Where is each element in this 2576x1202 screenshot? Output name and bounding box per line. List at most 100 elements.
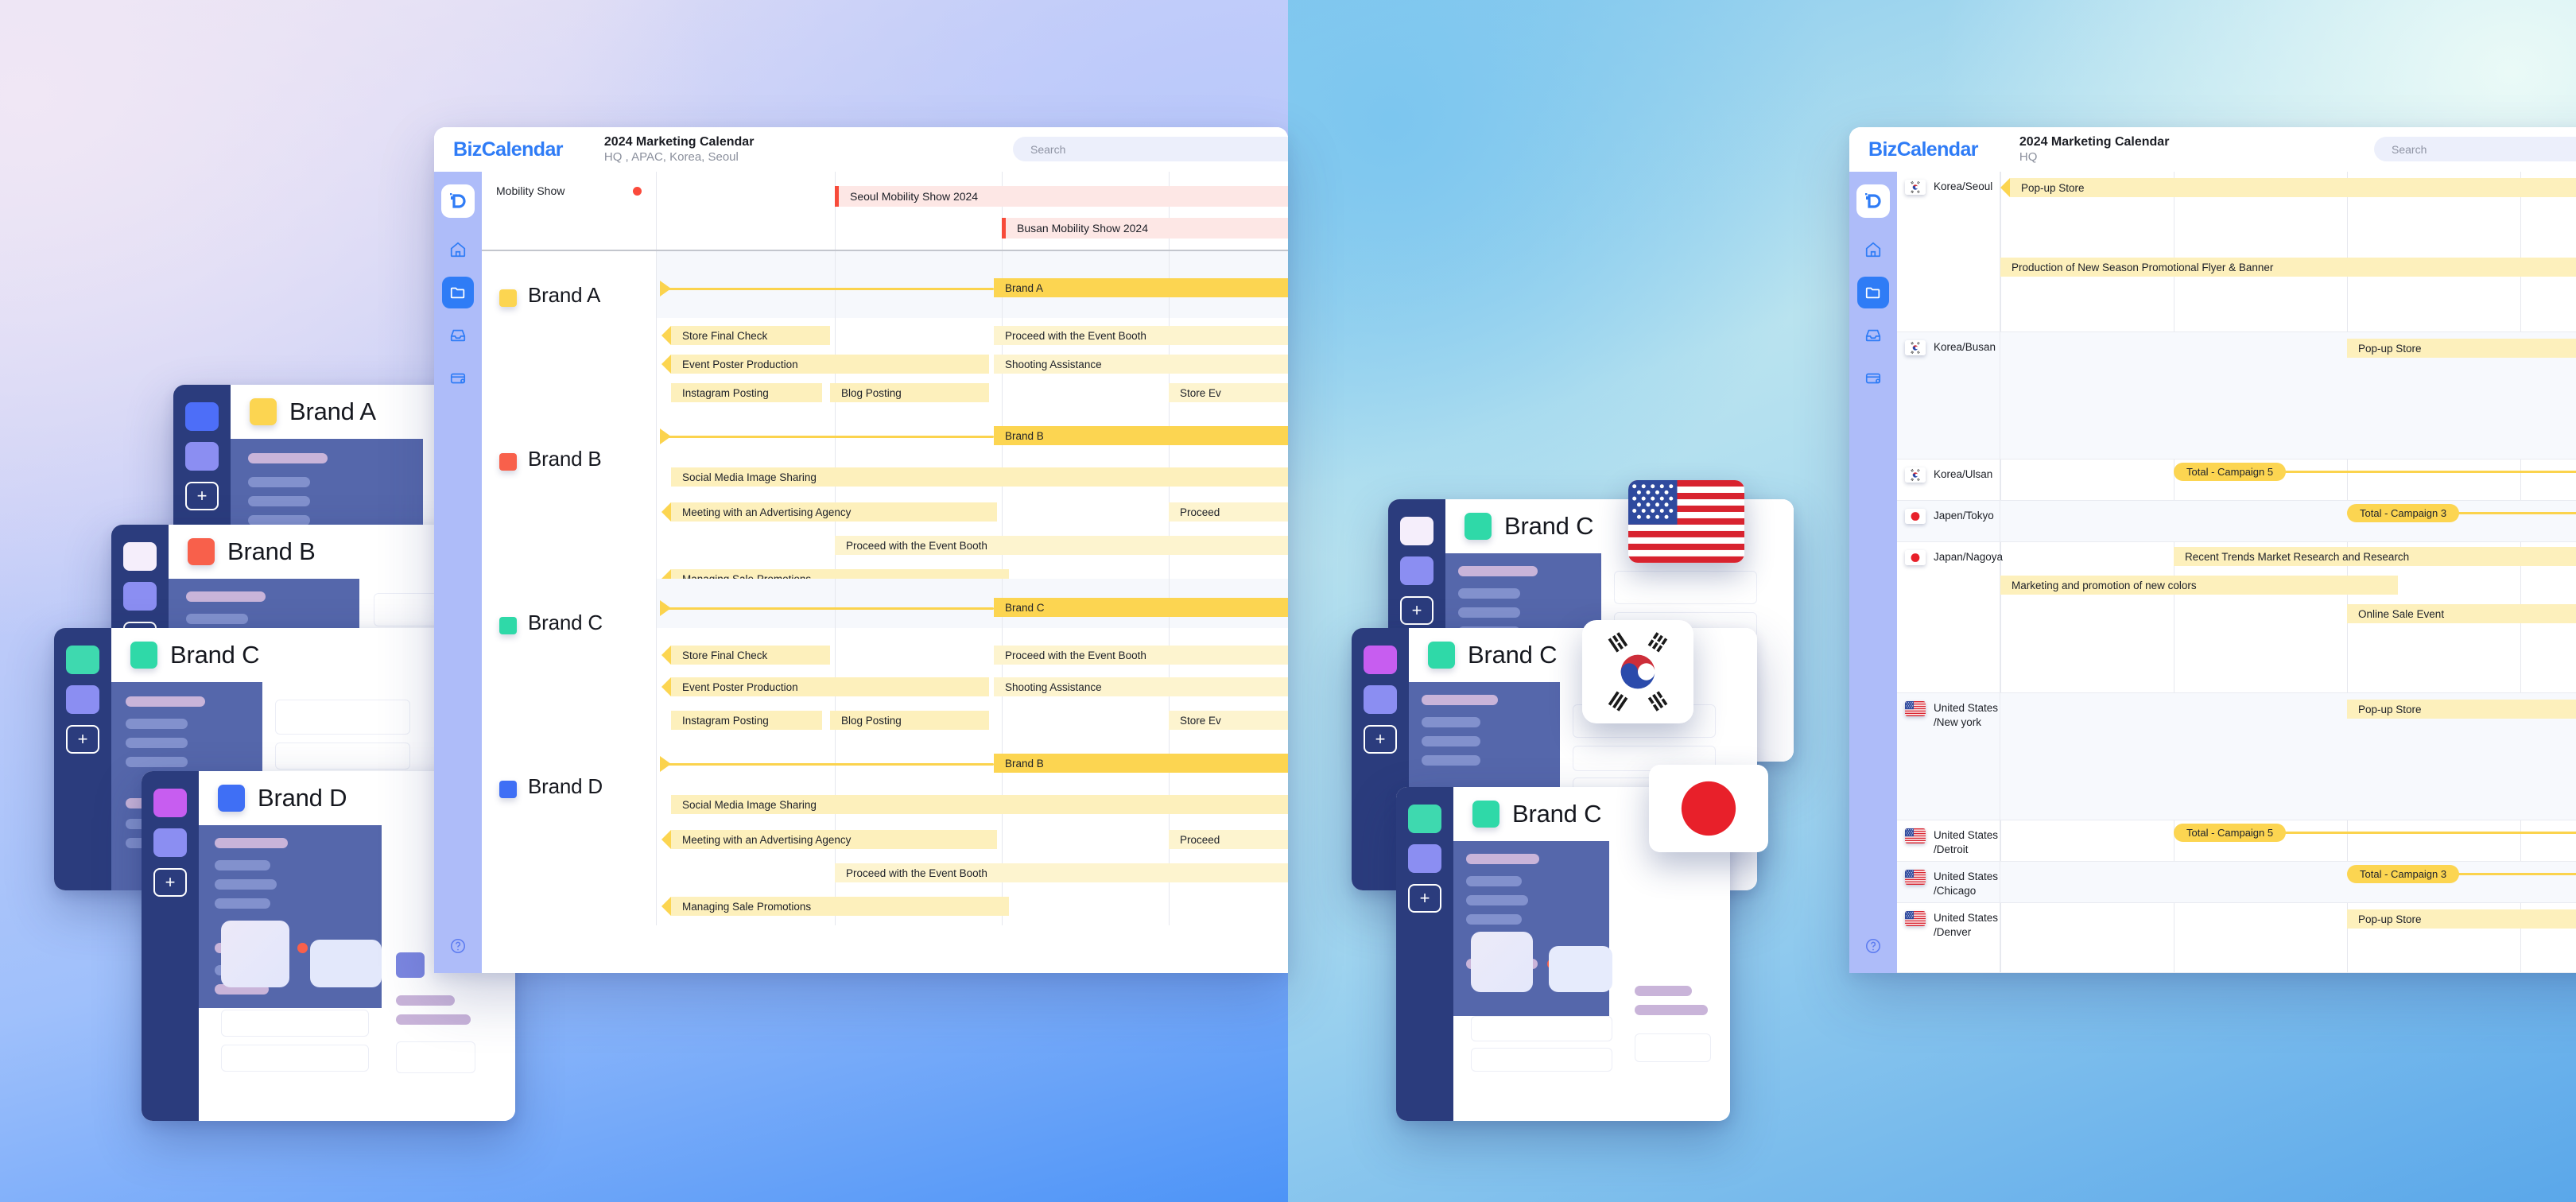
task-bar[interactable]: Meeting with an Advertising Agency	[661, 502, 997, 522]
task-bar[interactable]: Pop-up Store	[2347, 339, 2576, 358]
sidebar-item-inbox[interactable]	[442, 320, 474, 351]
task-bar[interactable]: Proceed with the Event Booth	[835, 536, 1288, 555]
milestone-bar[interactable]: Brand B	[994, 754, 1288, 773]
mini-field[interactable]	[221, 1045, 369, 1072]
logo-icon[interactable]	[1856, 184, 1890, 218]
add-button[interactable]: +	[66, 725, 99, 754]
logo-icon[interactable]	[441, 184, 475, 218]
country-label: Japan/Nagoya	[1934, 551, 2004, 563]
campaign-pill[interactable]: Total - Campaign 3	[2347, 504, 2460, 522]
app-logo[interactable]: BizCalendar	[453, 138, 563, 161]
task-bar[interactable]: Shooting Assistance	[994, 355, 1288, 374]
add-button[interactable]: +	[1408, 884, 1441, 913]
country-cell: United States /New york	[1897, 693, 2000, 820]
sidebar-item-card[interactable]	[1857, 363, 1889, 394]
task-bar[interactable]: Social Media Image Sharing	[671, 795, 1288, 814]
milestone-bar[interactable]: Brand B	[994, 426, 1288, 445]
brand-label-cell: Brand B	[482, 415, 657, 579]
task-bar[interactable]: Marketing and promotion of new colors	[2000, 576, 2398, 595]
task-bar[interactable]: Shooting Assistance	[994, 677, 1288, 696]
floating-flag-jp	[1649, 765, 1768, 852]
task-bar[interactable]: Proceed	[1169, 502, 1288, 522]
add-button[interactable]: +	[1400, 596, 1433, 625]
task-bar[interactable]: Store Ev	[1169, 711, 1288, 730]
mini-field[interactable]	[275, 700, 410, 735]
help-icon[interactable]	[449, 937, 467, 959]
brand-color-chip	[499, 781, 517, 798]
task-bar[interactable]: Online Sale Event	[2347, 604, 2576, 623]
table-row[interactable]: United States /New york Pop-up Store	[1897, 693, 2576, 820]
brand-label: Brand B	[227, 537, 316, 565]
sidebar-item-home[interactable]	[1857, 234, 1889, 266]
mini-field[interactable]	[1635, 1033, 1711, 1062]
table-row[interactable]: Korea/Busan Pop-up Store	[1897, 332, 2576, 459]
task-bar[interactable]: Instagram Posting	[671, 711, 822, 730]
campaign-pill[interactable]: Total - Campaign 5	[2174, 463, 2287, 481]
task-bar[interactable]: Blog Posting	[830, 383, 989, 402]
sidebar-item-home[interactable]	[442, 234, 474, 266]
row-tracks: Total - Campaign 3	[2000, 501, 2576, 541]
brand-label: Brand C	[170, 641, 260, 669]
table-row[interactable]: United States /Chicago Total - Campaign …	[1897, 862, 2576, 903]
brand-color-chip	[499, 617, 517, 634]
task-bar[interactable]: Event Poster Production	[661, 677, 989, 696]
skeleton-line	[248, 453, 328, 463]
table-row[interactable]: United States /Denver Pop-up Store	[1897, 903, 2576, 973]
task-bar[interactable]: Pop-up Store	[2347, 909, 2576, 929]
app-logo[interactable]: BizCalendar	[1868, 138, 1978, 161]
add-button[interactable]: +	[1364, 725, 1397, 754]
mini-field[interactable]	[221, 1010, 369, 1037]
skeleton-line	[186, 614, 248, 624]
sidebar-item-folder[interactable]	[1857, 277, 1889, 308]
task-bar[interactable]: Event Poster Production	[661, 355, 989, 374]
task-bar[interactable]: Recent Trends Market Research and Resear…	[2174, 547, 2576, 566]
sidebar-item-inbox[interactable]	[1857, 320, 1889, 351]
milestone-bar[interactable]: Brand C	[994, 598, 1288, 617]
milestone-connector	[660, 281, 994, 297]
skeleton-line	[126, 696, 205, 707]
task-bar[interactable]: Social Media Image Sharing	[671, 467, 1288, 487]
right-app-window: BizCalendar 2024 Marketing Calendar HQ S…	[1849, 127, 2576, 973]
rail-swatch	[123, 542, 157, 571]
mini-field[interactable]	[1614, 571, 1757, 604]
mini-field[interactable]	[396, 1041, 475, 1073]
event-bar[interactable]: Busan Mobility Show 2024	[1002, 218, 1288, 238]
mini-field[interactable]	[1471, 1048, 1612, 1072]
task-bar[interactable]: Store Ev	[1169, 383, 1288, 402]
sidebar-item-card[interactable]	[442, 363, 474, 394]
table-row[interactable]: Korea/Ulsan Total - Campaign 5	[1897, 459, 2576, 501]
mini-field[interactable]	[1471, 1016, 1612, 1041]
add-button[interactable]: +	[185, 482, 219, 510]
campaign-pill[interactable]: Total - Campaign 5	[2174, 824, 2287, 842]
table-row[interactable]: United States /Detroit Total - Campaign …	[1897, 820, 2576, 862]
task-bar[interactable]: Store Final Check	[661, 646, 830, 665]
brand-label: Brand C	[1468, 641, 1558, 669]
task-bar[interactable]: Store Final Check	[661, 326, 830, 345]
task-bar[interactable]: Managing Sale Promotions	[661, 897, 1009, 916]
rail-swatch	[1364, 646, 1397, 674]
event-bar[interactable]: Seoul Mobility Show 2024	[835, 186, 1288, 207]
task-bar[interactable]: Pop-up Store	[2347, 700, 2576, 719]
task-bar[interactable]: Instagram Posting	[671, 383, 822, 402]
brand-label: Brand C	[1504, 512, 1594, 540]
table-row[interactable]: Japan/Nagoya Recent Trends Market Resear…	[1897, 542, 2576, 693]
task-bar[interactable]: Pop-up Store	[2000, 178, 2576, 197]
help-icon[interactable]	[1864, 937, 1882, 959]
search-input[interactable]: Search	[2374, 137, 2576, 161]
task-bar[interactable]: Proceed with the Event Booth	[994, 326, 1288, 345]
task-bar[interactable]: Production of New Season Promotional Fly…	[2000, 258, 2576, 277]
table-row[interactable]: Korea/Seoul Pop-up Store Production of N…	[1897, 172, 2576, 332]
mini-field[interactable]	[275, 743, 410, 770]
task-bar[interactable]: Proceed	[1169, 830, 1288, 849]
search-input[interactable]: Search	[1013, 137, 1288, 161]
add-button[interactable]: +	[153, 868, 187, 897]
skeleton-line	[248, 496, 310, 506]
campaign-pill[interactable]: Total - Campaign 3	[2347, 865, 2460, 883]
table-row[interactable]: Japen/Tokyo Total - Campaign 3	[1897, 501, 2576, 542]
sidebar-item-folder[interactable]	[442, 277, 474, 308]
task-bar[interactable]: Proceed with the Event Booth	[994, 646, 1288, 665]
task-bar[interactable]: Proceed with the Event Booth	[835, 863, 1288, 882]
task-bar[interactable]: Meeting with an Advertising Agency	[661, 830, 997, 849]
task-bar[interactable]: Blog Posting	[830, 711, 989, 730]
milestone-bar[interactable]: Brand A	[994, 278, 1288, 297]
